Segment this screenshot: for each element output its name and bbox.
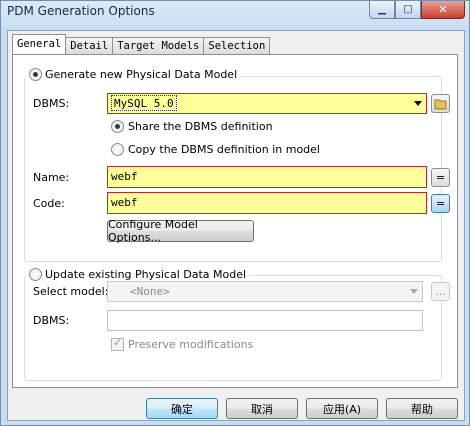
dbms-dropdown-value: MySQL 5.0 bbox=[111, 95, 177, 111]
share-dbms-option[interactable]: Share the DBMS definition bbox=[111, 120, 273, 133]
dialog-client-area: General Detail Target Models Selection G… bbox=[7, 30, 465, 421]
preserve-modifications-label: Preserve modifications bbox=[128, 338, 254, 351]
dbms-dropdown[interactable]: MySQL 5.0 bbox=[107, 93, 427, 114]
code-more-button[interactable]: = bbox=[431, 194, 450, 213]
dbms-label: DBMS: bbox=[33, 97, 70, 110]
update-dbms-label: DBMS: bbox=[33, 314, 70, 327]
generate-new-option[interactable]: Generate new Physical Data Model bbox=[27, 68, 241, 81]
tab-target-models[interactable]: Target Models bbox=[112, 37, 205, 54]
copy-dbms-option[interactable]: Copy the DBMS definition in model bbox=[111, 143, 320, 156]
update-existing-radio[interactable] bbox=[29, 268, 42, 281]
code-label: Code: bbox=[33, 197, 65, 210]
preserve-modifications-option[interactable]: Preserve modifications bbox=[111, 336, 254, 351]
browse-dbms-button[interactable] bbox=[431, 94, 450, 113]
window-title: PDM Generation Options bbox=[7, 4, 155, 18]
select-model-label: Select model: bbox=[33, 285, 109, 298]
select-model-dropdown[interactable]: <None> bbox=[107, 281, 423, 302]
update-existing-option[interactable]: Update existing Physical Data Model bbox=[27, 268, 250, 281]
update-existing-label: Update existing Physical Data Model bbox=[45, 268, 247, 281]
minimize-button[interactable]: ▁ bbox=[369, 1, 395, 19]
configure-model-options-button[interactable]: Configure Model Options... bbox=[107, 218, 254, 244]
share-dbms-label: Share the DBMS definition bbox=[128, 120, 273, 133]
generate-new-radio[interactable] bbox=[29, 68, 42, 81]
dialog-window: PDM Generation Options ▁ □ ✕ General Det… bbox=[0, 0, 470, 426]
code-input[interactable]: webf bbox=[107, 192, 427, 214]
name-more-button[interactable]: = bbox=[431, 168, 450, 187]
copy-dbms-label: Copy the DBMS definition in model bbox=[128, 143, 320, 156]
copy-dbms-radio[interactable] bbox=[111, 143, 124, 156]
help-button[interactable]: 帮助 bbox=[386, 398, 458, 419]
generate-new-label: Generate new Physical Data Model bbox=[45, 68, 238, 81]
cancel-button[interactable]: 取消 bbox=[226, 398, 298, 419]
close-button[interactable]: ✕ bbox=[421, 1, 465, 19]
chevron-down-icon bbox=[414, 101, 422, 106]
tab-strip: General Detail Target Models Selection bbox=[12, 34, 271, 55]
select-model-value: <None> bbox=[130, 285, 170, 298]
preserve-modifications-checkbox[interactable] bbox=[111, 336, 124, 351]
tab-selection[interactable]: Selection bbox=[203, 37, 271, 54]
maximize-button[interactable]: □ bbox=[395, 1, 421, 19]
update-dbms-field[interactable] bbox=[107, 310, 423, 331]
title-bar[interactable]: PDM Generation Options ▁ □ ✕ bbox=[1, 1, 469, 23]
name-input[interactable]: webf bbox=[107, 166, 427, 188]
tab-detail[interactable]: Detail bbox=[65, 37, 114, 54]
select-model-browse-button[interactable]: ... bbox=[431, 282, 450, 301]
name-label: Name: bbox=[33, 171, 70, 184]
share-dbms-radio[interactable] bbox=[111, 120, 124, 133]
chevron-down-icon bbox=[410, 289, 418, 294]
general-tab-panel: Generate new Physical Data Model DBMS: M… bbox=[12, 54, 458, 388]
ok-button[interactable]: 确定 bbox=[146, 398, 218, 419]
apply-button[interactable]: 应用(A) bbox=[306, 398, 378, 419]
folder-icon bbox=[434, 99, 446, 109]
tab-general[interactable]: General bbox=[12, 34, 67, 54]
